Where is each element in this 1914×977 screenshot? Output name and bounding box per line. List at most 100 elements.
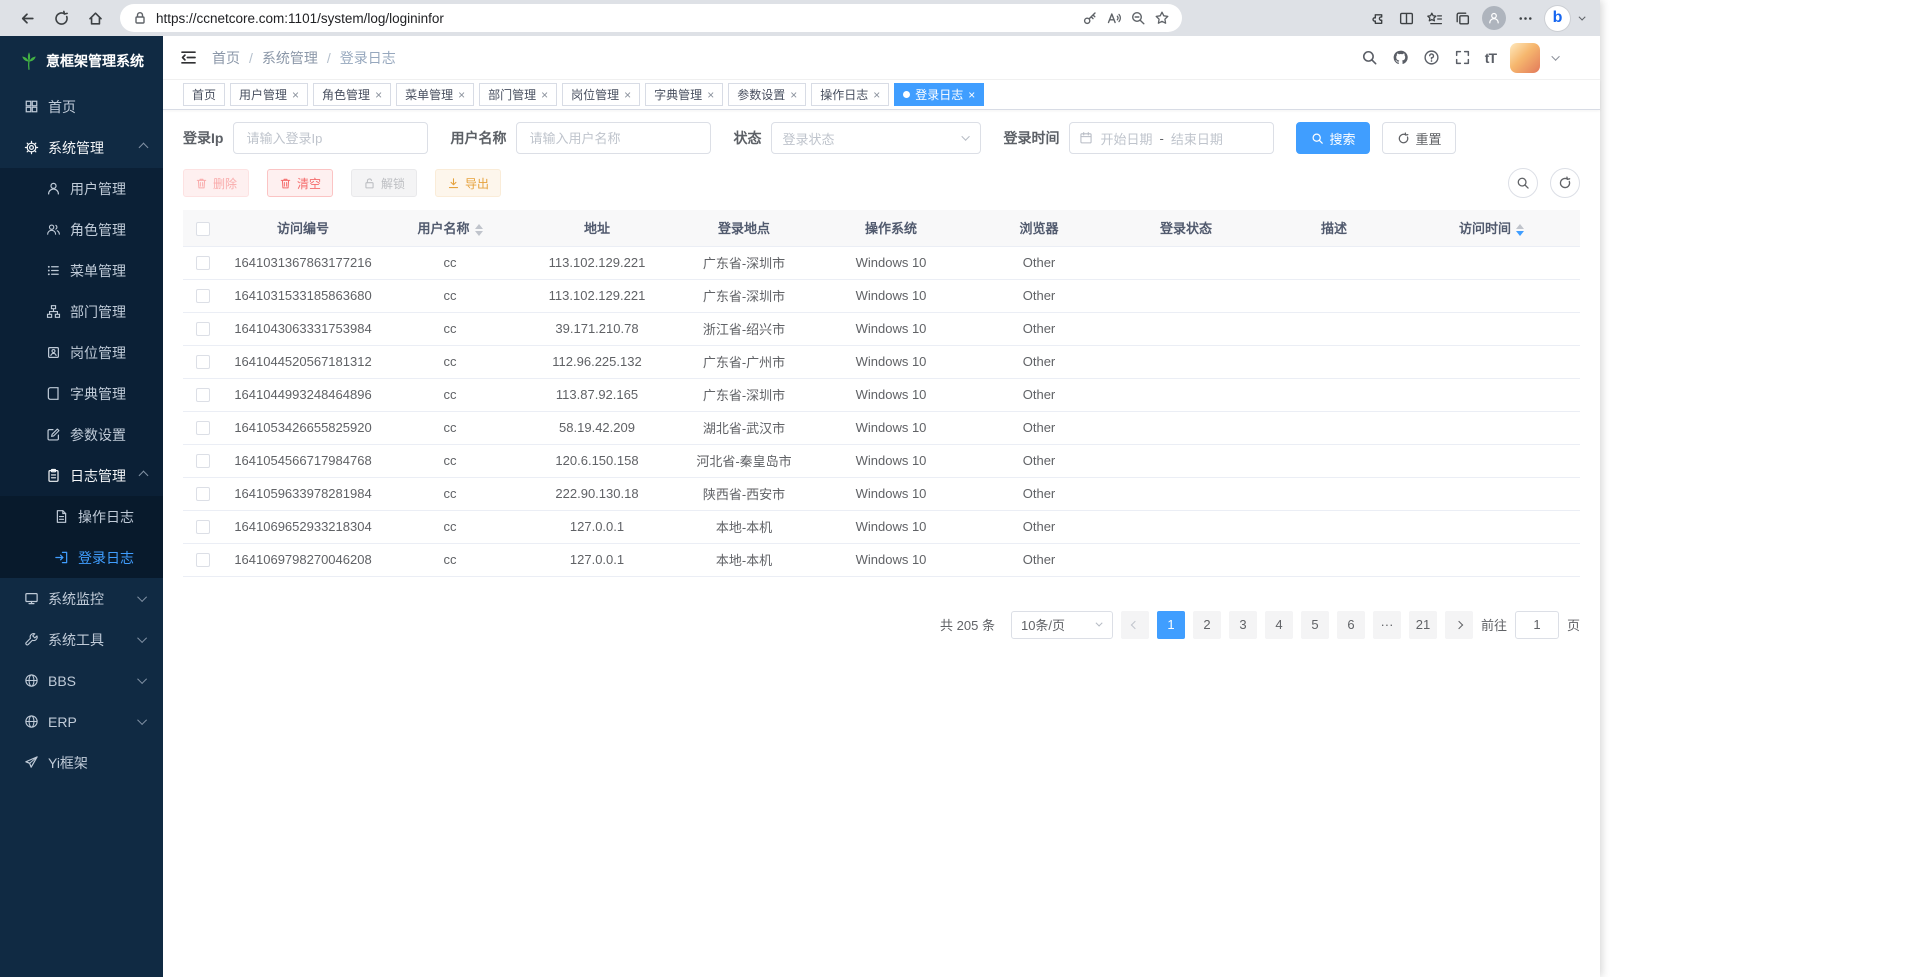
close-icon[interactable]: × bbox=[541, 89, 548, 101]
breadcrumb-home[interactable]: 首页 bbox=[212, 48, 240, 68]
delete-button[interactable]: 删除 bbox=[183, 169, 249, 197]
sidebar-item-user-management[interactable]: 用户管理 bbox=[0, 168, 163, 209]
font-size-icon[interactable]: tT bbox=[1485, 50, 1496, 66]
close-icon[interactable]: × bbox=[375, 89, 382, 101]
sidebar-item-role-management[interactable]: 角色管理 bbox=[0, 209, 163, 250]
browser-settings-more-icon[interactable] bbox=[1517, 10, 1534, 27]
username-input[interactable] bbox=[516, 122, 711, 154]
date-range-picker[interactable]: 开始日期 - 结束日期 bbox=[1069, 122, 1274, 154]
login-ip-input[interactable] bbox=[233, 122, 428, 154]
pagination-page-2[interactable]: 2 bbox=[1193, 611, 1221, 639]
sidebar-item-param-settings[interactable]: 参数设置 bbox=[0, 414, 163, 455]
tab-post-management[interactable]: 岗位管理× bbox=[562, 83, 640, 106]
sidebar-item-post-management[interactable]: 岗位管理 bbox=[0, 332, 163, 373]
tab-user-management[interactable]: 用户管理× bbox=[230, 83, 308, 106]
browser-profile-avatar[interactable] bbox=[1482, 6, 1506, 30]
browser-back-button[interactable] bbox=[12, 4, 42, 32]
collections-icon[interactable] bbox=[1454, 10, 1471, 27]
sidebar-item-system-management[interactable]: 系统管理 bbox=[0, 127, 163, 168]
copilot-icon[interactable]: b bbox=[1545, 6, 1570, 31]
tab-param-settings[interactable]: 参数设置× bbox=[728, 83, 806, 106]
favorite-star-icon[interactable] bbox=[1154, 10, 1170, 26]
toggle-search-button[interactable] bbox=[1508, 168, 1538, 198]
status-select[interactable]: 登录状态 bbox=[771, 122, 981, 154]
sidebar-item-system-monitor[interactable]: 系统监控 bbox=[0, 578, 163, 619]
help-icon[interactable] bbox=[1423, 49, 1440, 66]
close-icon[interactable]: × bbox=[968, 89, 975, 101]
sidebar-item-menu-management[interactable]: 菜单管理 bbox=[0, 250, 163, 291]
pagination-page-21[interactable]: 21 bbox=[1409, 611, 1437, 639]
sidebar-item-erp[interactable]: ERP bbox=[0, 701, 163, 742]
row-checkbox[interactable] bbox=[196, 487, 210, 501]
close-icon[interactable]: × bbox=[873, 89, 880, 101]
pagination-page-3[interactable]: 3 bbox=[1229, 611, 1257, 639]
row-checkbox[interactable] bbox=[196, 355, 210, 369]
browser-home-button[interactable] bbox=[80, 4, 110, 32]
close-icon[interactable]: × bbox=[790, 89, 797, 101]
pagination-page-5[interactable]: 5 bbox=[1301, 611, 1329, 639]
close-icon[interactable]: × bbox=[458, 89, 465, 101]
tab-login-log[interactable]: 登录日志× bbox=[894, 83, 984, 106]
tab-role-management[interactable]: 角色管理× bbox=[313, 83, 391, 106]
goto-page-input[interactable] bbox=[1515, 611, 1559, 639]
header-search-icon[interactable] bbox=[1361, 49, 1378, 66]
column-username[interactable]: 用户名称 bbox=[383, 210, 517, 246]
copilot-caret-icon[interactable] bbox=[1579, 13, 1586, 20]
sidebar-item-operation-log[interactable]: 操作日志 bbox=[0, 496, 163, 537]
clear-button[interactable]: 清空 bbox=[267, 169, 333, 197]
breadcrumb-system-management[interactable]: 系统管理 bbox=[262, 48, 318, 68]
tab-home[interactable]: 首页 bbox=[183, 83, 225, 106]
row-checkbox[interactable] bbox=[196, 454, 210, 468]
favorites-bar-icon[interactable] bbox=[1426, 10, 1443, 27]
tab-menu-management[interactable]: 菜单管理× bbox=[396, 83, 474, 106]
unlock-button[interactable]: 解锁 bbox=[351, 169, 417, 197]
pagination-prev[interactable] bbox=[1121, 611, 1149, 639]
sidebar-item-system-tools[interactable]: 系统工具 bbox=[0, 619, 163, 660]
avatar-caret-icon[interactable] bbox=[1551, 52, 1559, 60]
sidebar-item-dept-management[interactable]: 部门管理 bbox=[0, 291, 163, 332]
site-lock-icon[interactable] bbox=[132, 10, 148, 26]
sidebar-item-bbs[interactable]: BBS bbox=[0, 660, 163, 701]
read-aloud-icon[interactable] bbox=[1106, 10, 1122, 26]
row-checkbox[interactable] bbox=[196, 520, 210, 534]
column-access-time[interactable]: 访问时间 bbox=[1403, 210, 1580, 246]
row-checkbox[interactable] bbox=[196, 553, 210, 567]
tab-dept-management[interactable]: 部门管理× bbox=[479, 83, 557, 106]
refresh-table-button[interactable] bbox=[1550, 168, 1580, 198]
sort-icon[interactable] bbox=[1516, 224, 1524, 236]
sidebar-item-yi-framework[interactable]: Yi框架 bbox=[0, 742, 163, 783]
row-checkbox[interactable] bbox=[196, 289, 210, 303]
tab-dict-management[interactable]: 字典管理× bbox=[645, 83, 723, 106]
fullscreen-icon[interactable] bbox=[1454, 49, 1471, 66]
close-icon[interactable]: × bbox=[707, 89, 714, 101]
app-logo[interactable]: 意框架管理系统 bbox=[0, 36, 163, 86]
sidebar-fold-icon[interactable] bbox=[179, 48, 198, 67]
address-bar[interactable]: https://ccnetcore.com:1101/system/log/lo… bbox=[120, 4, 1182, 32]
browser-refresh-button[interactable] bbox=[46, 4, 76, 32]
row-checkbox[interactable] bbox=[196, 388, 210, 402]
row-checkbox[interactable] bbox=[196, 421, 210, 435]
search-button[interactable]: 搜索 bbox=[1296, 122, 1370, 154]
sidebar-item-home[interactable]: 首页 bbox=[0, 86, 163, 127]
row-checkbox[interactable] bbox=[196, 322, 210, 336]
pagination-page-1[interactable]: 1 bbox=[1157, 611, 1185, 639]
select-all-checkbox[interactable] bbox=[196, 222, 210, 236]
github-icon[interactable] bbox=[1392, 49, 1409, 66]
close-icon[interactable]: × bbox=[624, 89, 631, 101]
close-icon[interactable]: × bbox=[292, 89, 299, 101]
tab-operation-log[interactable]: 操作日志× bbox=[811, 83, 889, 106]
split-screen-icon[interactable] bbox=[1398, 10, 1415, 27]
password-key-icon[interactable] bbox=[1082, 10, 1098, 26]
pagination-page-4[interactable]: 4 bbox=[1265, 611, 1293, 639]
extensions-icon[interactable] bbox=[1370, 10, 1387, 27]
row-checkbox[interactable] bbox=[196, 256, 210, 270]
pagination-page-6[interactable]: 6 bbox=[1337, 611, 1365, 639]
sidebar-item-login-log[interactable]: 登录日志 bbox=[0, 537, 163, 578]
user-avatar[interactable] bbox=[1510, 43, 1540, 73]
sidebar-item-dict-management[interactable]: 字典管理 bbox=[0, 373, 163, 414]
pagination-ellipsis[interactable]: ··· bbox=[1373, 611, 1401, 639]
sidebar-item-log-management[interactable]: 日志管理 bbox=[0, 455, 163, 496]
sort-icon[interactable] bbox=[475, 224, 483, 236]
export-button[interactable]: 导出 bbox=[435, 169, 501, 197]
pagination-next[interactable] bbox=[1445, 611, 1473, 639]
